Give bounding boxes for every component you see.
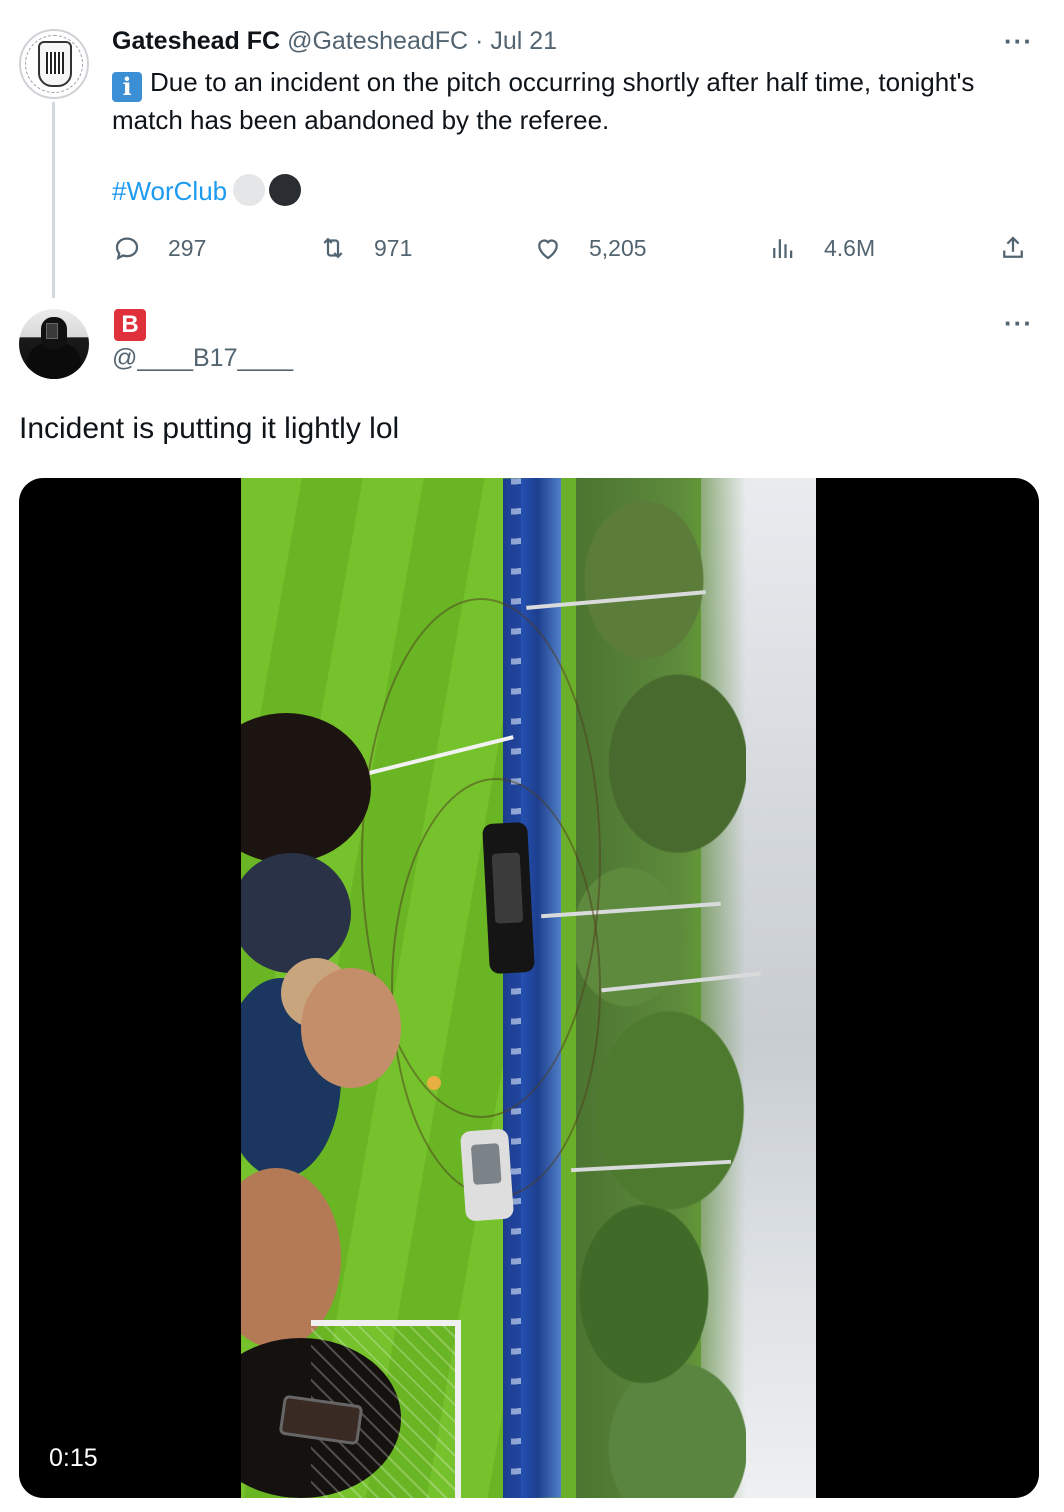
retweet-icon [323,237,343,259]
football [427,1076,441,1090]
share-icon [1003,236,1023,258]
info-icon: i [112,72,142,102]
reply-button[interactable]: 297 [112,228,206,268]
share-button[interactable] [998,228,1028,268]
video-frame[interactable] [241,478,816,1498]
retweet-count: 971 [374,234,413,261]
reply-more-options-icon[interactable]: ··· [1004,308,1033,339]
video-duration-badge: 0:15 [39,1438,108,1478]
black-car [482,821,535,975]
retweet-button[interactable]: 971 [318,228,412,268]
hashtag-link[interactable]: #WorClub [112,176,227,206]
parent-tweet[interactable]: Gateshead FC @GatesheadFC · Jul 21 ··· i… [0,0,1064,300]
reply-text: Incident is putting it lightly lol [19,412,400,445]
more-options-icon[interactable]: ··· [1004,26,1033,57]
b-letter-badge[interactable]: B [114,309,146,341]
display-name[interactable]: Gateshead FC [112,27,280,55]
avatar-phone [46,323,58,339]
spectator-head [241,713,371,863]
white-circle-emoji [233,174,266,206]
tweet-header: Gateshead FC @GatesheadFC · Jul 21 [112,27,557,56]
tweet-date[interactable]: Jul 21 [490,27,557,55]
header-separator: · [475,27,484,55]
spectator-head [241,853,351,973]
spectator-head [301,968,401,1088]
tweet-body-text: Due to an incident on the pitch occurrin… [112,67,975,135]
views-button[interactable]: 4.6M [768,228,875,268]
like-button[interactable]: 5,205 [533,228,647,268]
views-icon [773,239,793,258]
reply-user-handle[interactable]: @____B17____ [112,344,293,373]
reply-user-avatar[interactable] [19,309,89,379]
club-crest-icon [38,41,72,87]
white-car [459,1128,515,1222]
tweet-text: i Due to an incident on the pitch occurri… [112,64,1012,138]
views-count: 4.6M [824,234,876,261]
tweet-actions: 297 971 5,205 4.6M [112,228,1032,268]
black-circle-emoji [269,174,302,206]
like-count: 5,205 [589,234,647,261]
gateshead-avatar[interactable] [19,29,89,99]
user-handle[interactable]: @GatesheadFC [287,27,468,55]
video-player[interactable]: 0:15 [19,478,1039,1498]
reply-icon [115,237,139,261]
hashtag-row: #WorClub [112,173,302,209]
reply-count: 297 [168,234,207,261]
like-icon [538,239,558,260]
